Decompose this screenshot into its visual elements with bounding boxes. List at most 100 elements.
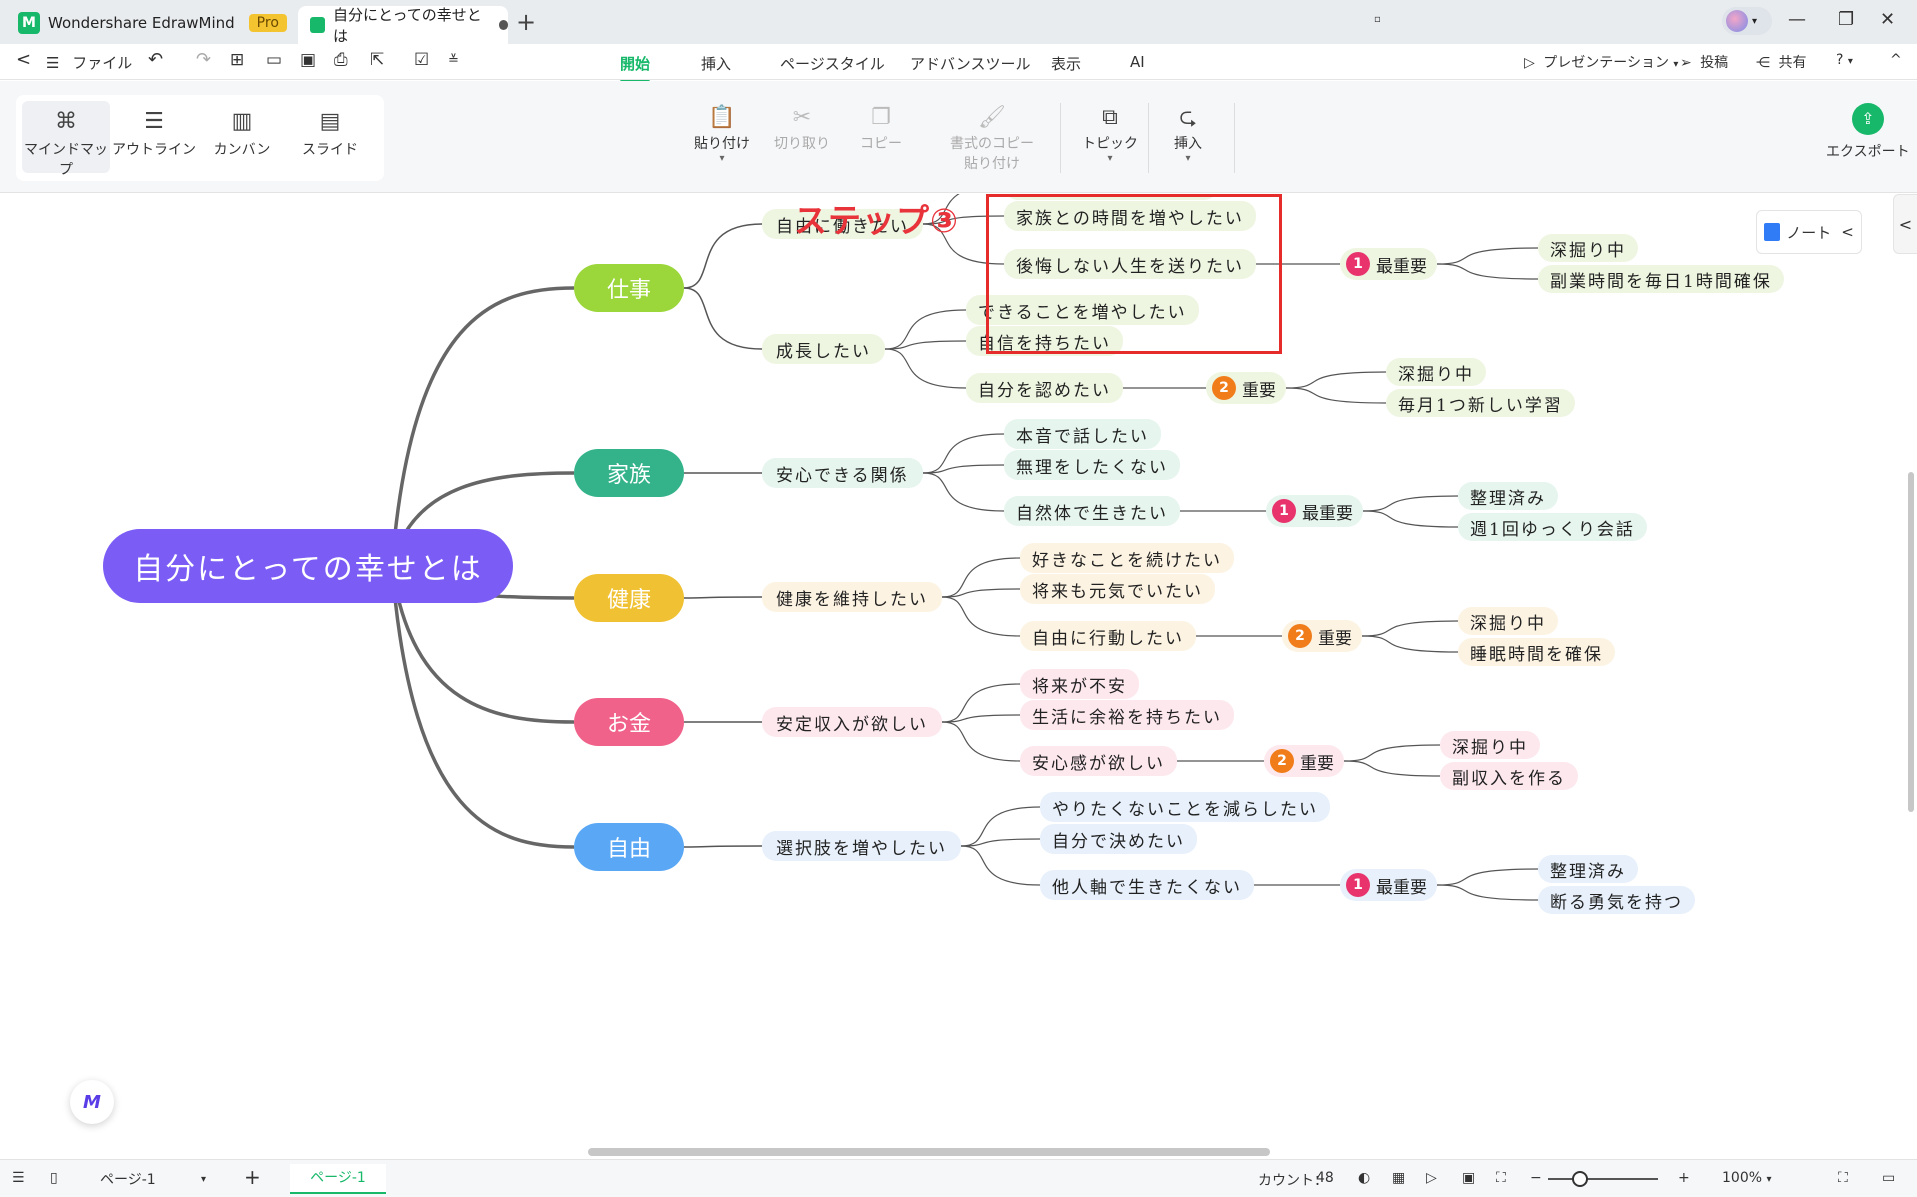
tab-page-style[interactable]: ページスタイル	[780, 53, 885, 74]
view-kanban-button[interactable]: ▥ カンバン	[198, 101, 286, 173]
priority-topic[interactable]: 1 最重要	[1340, 869, 1437, 901]
main-topic[interactable]: 自由	[574, 823, 684, 871]
main-topic[interactable]: 仕事	[574, 264, 684, 312]
insert-button[interactable]: ⮎ 挿入 ▾	[1174, 103, 1202, 165]
vertical-scrollbar[interactable]	[1908, 472, 1914, 812]
tab-ai[interactable]: AI	[1130, 53, 1145, 71]
detail-topic[interactable]: 断る勇気を持つ	[1538, 886, 1695, 914]
detail-topic[interactable]: 深掘り中	[1440, 731, 1540, 759]
subtopic[interactable]: 安心できる関係	[762, 458, 923, 488]
leaf-topic[interactable]: 将来が不安	[1020, 669, 1139, 699]
leaf-topic[interactable]: 自由に行動したい	[1020, 621, 1196, 651]
back-icon[interactable]: <	[16, 49, 31, 70]
minimize-button[interactable]: —	[1788, 9, 1806, 30]
subtopic[interactable]: 安定収入が欲しい	[762, 707, 942, 737]
leaf-topic[interactable]: 将来も元気でいたい	[1020, 574, 1215, 604]
user-avatar[interactable]: ▾	[1722, 7, 1772, 35]
view-mindmap-button[interactable]: ⌘ マインドマップ	[22, 101, 110, 178]
leaf-topic[interactable]: やりたくないことを減らしたい	[1040, 792, 1330, 822]
detail-topic[interactable]: 睡眠時間を確保	[1458, 638, 1615, 666]
detail-topic[interactable]: 副収入を作る	[1440, 762, 1578, 790]
format-painter-button[interactable]: 🖌 書式のコピー 貼り付け	[950, 103, 1034, 173]
leaf-topic[interactable]: 本音で話したい	[1004, 419, 1161, 449]
leaf-topic[interactable]: 好きなことを続けたい	[1020, 543, 1234, 573]
print-icon[interactable]: ⎙	[334, 50, 348, 70]
book-icon[interactable]: ▦	[1392, 1170, 1405, 1186]
ai-assistant-icon[interactable]: M	[70, 1080, 114, 1124]
detail-topic[interactable]: 週1回ゆっくり会話	[1458, 513, 1647, 541]
tab-advanced-tools[interactable]: アドバンスツール	[910, 53, 1030, 74]
leaf-topic[interactable]: 自分を認めたい	[966, 373, 1123, 403]
priority-topic[interactable]: 2 重要	[1264, 745, 1344, 777]
save-icon[interactable]: ▣	[300, 50, 316, 70]
app-tab[interactable]: M Wondershare EdrawMind Pro	[18, 6, 287, 40]
open-folder-icon[interactable]: ▭	[266, 50, 282, 70]
more-chevron-icon[interactable]: ≚	[448, 53, 459, 68]
zoom-slider[interactable]	[1548, 1178, 1658, 1180]
file-menu[interactable]: ☰ ファイル	[46, 52, 132, 73]
detail-topic[interactable]: 整理済み	[1538, 855, 1638, 883]
detail-topic[interactable]: 毎月1つ新しい学習	[1386, 389, 1575, 417]
pin-icon[interactable]: ▫	[1374, 14, 1381, 25]
main-topic[interactable]: 健康	[574, 574, 684, 622]
priority-topic[interactable]: 2 重要	[1282, 620, 1362, 652]
central-topic[interactable]: 自分にとっての幸せとは	[103, 529, 513, 603]
tab-start[interactable]: 開始	[620, 53, 651, 83]
panel-toggle-icon[interactable]: ▭	[1882, 1170, 1895, 1186]
restore-button[interactable]: ❐	[1838, 9, 1854, 30]
play-icon[interactable]: ▷	[1426, 1170, 1437, 1186]
detail-topic[interactable]: 深掘り中	[1386, 358, 1486, 386]
mindmap-canvas[interactable]: 自分にとっての幸せとは仕事自由に働きたい時間に縛られたくない家族との時間を増やし…	[0, 194, 1917, 1159]
detail-topic[interactable]: 深掘り中	[1538, 234, 1638, 262]
page-tab[interactable]: ページ-1	[290, 1164, 386, 1194]
collapse-ribbon-icon[interactable]: ^	[1890, 52, 1902, 68]
page-view-icon[interactable]: ▯	[50, 1170, 58, 1186]
subtopic[interactable]: 成長したい	[762, 334, 885, 364]
undo-icon[interactable]: ↶	[148, 49, 163, 70]
page-list-icon[interactable]: ☰	[12, 1170, 25, 1186]
zoom-out-button[interactable]: −	[1530, 1170, 1542, 1186]
document-tab[interactable]: 自分にとっての幸せとは	[298, 6, 508, 45]
detail-topic[interactable]: 深掘り中	[1458, 607, 1558, 635]
help-button[interactable]: ? ▾	[1836, 52, 1853, 68]
side-panel-toggle[interactable]: <	[1893, 194, 1917, 254]
zoom-in-button[interactable]: +	[1678, 1170, 1690, 1186]
leaf-topic[interactable]: 他人軸で生きたくない	[1040, 870, 1254, 900]
topic-button[interactable]: ⧉ トピック ▾	[1082, 103, 1138, 165]
view-outline-button[interactable]: ☰ アウトライン	[110, 101, 198, 173]
priority-topic[interactable]: 1 最重要	[1340, 248, 1437, 280]
copy-button[interactable]: ❐ コピー	[860, 103, 902, 153]
note-button[interactable]: ノート <	[1756, 210, 1862, 254]
leaf-topic[interactable]: 無理をしたくない	[1004, 450, 1180, 480]
paste-button[interactable]: 📋 貼り付け ▾	[694, 103, 750, 165]
subtopic[interactable]: 選択肢を増やしたい	[762, 831, 961, 861]
export-small-icon[interactable]: ⇱	[370, 50, 384, 70]
zoom-slider-handle[interactable]	[1572, 1171, 1588, 1187]
fit-page-icon[interactable]: ▣	[1462, 1170, 1475, 1186]
checklist-icon[interactable]: ☑	[414, 50, 429, 70]
share-button[interactable]: ⋲ 共有	[1756, 52, 1806, 72]
unsaved-dot-icon[interactable]	[498, 20, 508, 30]
horizontal-scrollbar[interactable]	[588, 1148, 1270, 1156]
close-button[interactable]: ✕	[1880, 9, 1895, 30]
tab-insert[interactable]: 挿入	[701, 53, 731, 74]
redo-icon[interactable]: ↷	[196, 49, 211, 70]
zoom-select[interactable]: 100% ▾	[1722, 1170, 1772, 1186]
detail-topic[interactable]: 副業時間を毎日1時間確保	[1538, 265, 1784, 293]
main-topic[interactable]: お金	[574, 698, 684, 746]
new-file-icon[interactable]: ⊞	[230, 50, 244, 70]
page-select[interactable]: ページ-1 ▾	[92, 1165, 214, 1193]
subtopic[interactable]: 健康を維持したい	[762, 582, 942, 612]
export-button[interactable]: ⇪ エクスポート	[1826, 103, 1910, 161]
presentation-button[interactable]: ▷ プレゼンテーション ▾	[1524, 52, 1678, 72]
post-button[interactable]: ➢ 投稿	[1680, 52, 1728, 72]
leaf-topic[interactable]: 自然体で生きたい	[1004, 496, 1180, 526]
view-slide-button[interactable]: ▤ スライド	[286, 101, 374, 173]
leaf-topic[interactable]: 安心感が欲しい	[1020, 746, 1177, 776]
theme-icon[interactable]: ◐	[1358, 1170, 1370, 1186]
priority-topic[interactable]: 2 重要	[1206, 372, 1286, 404]
priority-topic[interactable]: 1 最重要	[1266, 495, 1363, 527]
fullscreen-fit-icon[interactable]: ⛶	[1496, 1170, 1506, 1186]
cut-button[interactable]: ✂ 切り取り	[774, 103, 830, 153]
add-page-button[interactable]: +	[244, 1165, 261, 1189]
